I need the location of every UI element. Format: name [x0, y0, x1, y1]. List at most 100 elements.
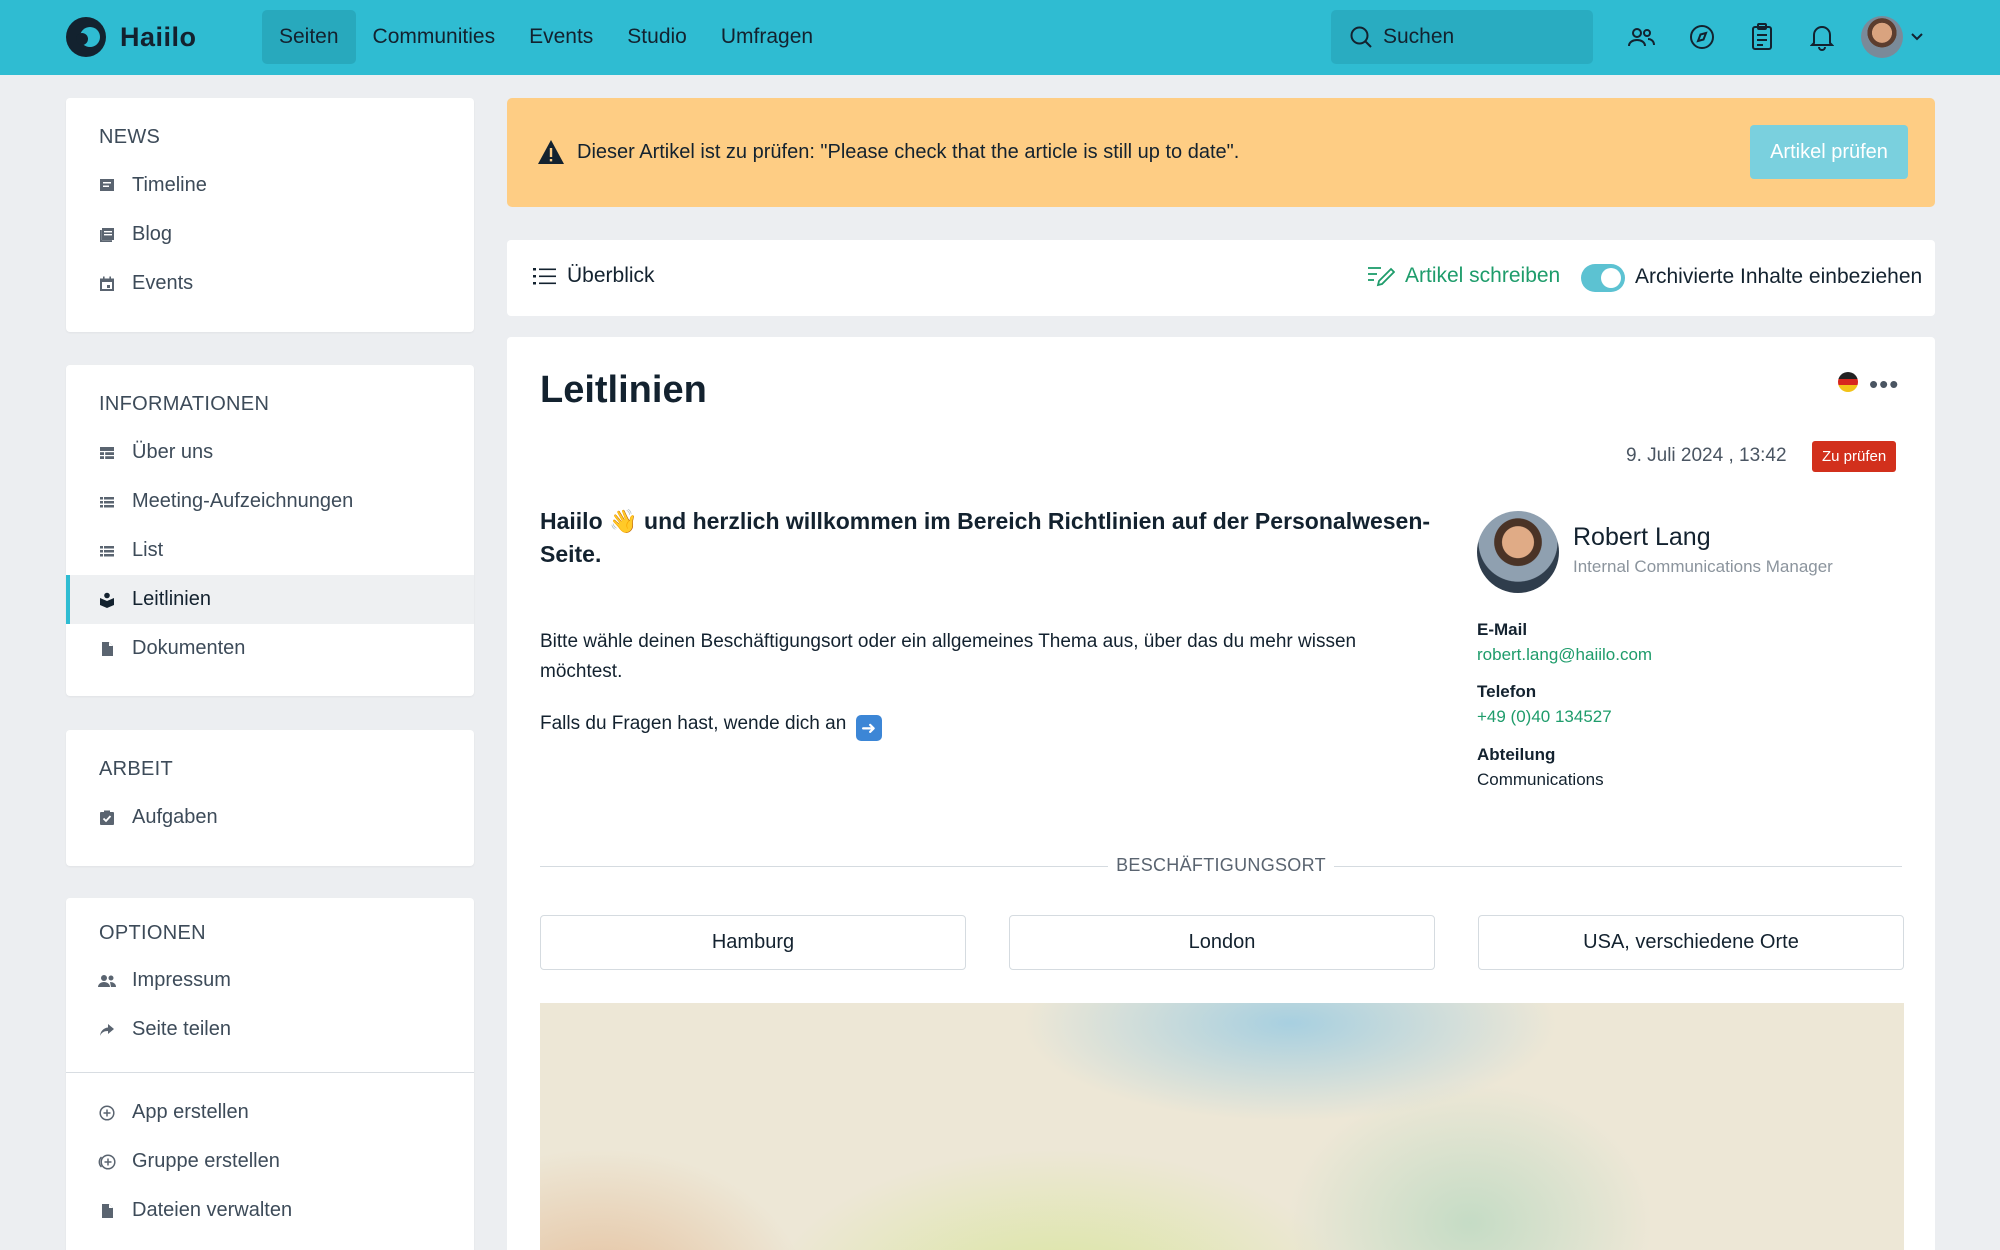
- sidebar-item-timeline[interactable]: Timeline: [66, 161, 474, 210]
- sidebar-item-app-erstellen[interactable]: App erstellen: [66, 1088, 474, 1137]
- archive-toggle[interactable]: [1581, 264, 1625, 292]
- list-icon: [98, 493, 116, 511]
- compass-icon[interactable]: [1686, 21, 1718, 53]
- hero-image: [540, 1003, 1904, 1250]
- blog-icon: [98, 226, 116, 244]
- sidebar-section-informationen: INFORMATIONEN Über uns Meeting-Aufzeichn…: [66, 365, 474, 696]
- people-icon: [98, 972, 116, 990]
- review-alert: Dieser Artikel ist zu prüfen: "Please ch…: [507, 98, 1935, 207]
- sidebar-item-dateien-verwalten[interactable]: Dateien verwalten: [66, 1186, 474, 1235]
- calendar-icon: [98, 275, 116, 293]
- department-label: Abteilung: [1477, 745, 1556, 764]
- warning-icon: [538, 140, 564, 164]
- haiilo-logo[interactable]: Haiilo: [66, 16, 197, 58]
- sidebar-item-impressum[interactable]: Impressum: [66, 956, 474, 1005]
- sidebar-item-blog[interactable]: Blog: [66, 210, 474, 259]
- sidebar-section-news: NEWS Timeline Blog Events: [66, 98, 474, 332]
- search-placeholder: Suchen: [1383, 25, 1455, 48]
- sidebar-heading: OPTIONEN: [99, 922, 206, 944]
- table-icon: [98, 444, 116, 462]
- sidebar-item-ueber-uns[interactable]: Über uns: [66, 428, 474, 477]
- contact-name[interactable]: Robert Lang: [1573, 523, 1711, 552]
- nav-item-events[interactable]: Events: [512, 10, 610, 64]
- arrow-right-icon: ➜: [855, 715, 882, 741]
- timeline-icon: [98, 177, 116, 195]
- sidebar-item-label: Impressum: [132, 969, 231, 991]
- user-avatar[interactable]: [1861, 16, 1903, 58]
- chevron-down-icon[interactable]: [1909, 28, 1925, 44]
- article-paragraph-contact: Falls du Fragen hast, wende dich an ➜: [540, 709, 1440, 741]
- nav-item-seiten[interactable]: Seiten: [262, 10, 356, 64]
- phone-label: Telefon: [1477, 682, 1537, 701]
- sidebar-section-optionen: OPTIONEN Impressum Seite teilen App erst…: [66, 898, 474, 1250]
- article-paragraph: Bitte wähle deinen Beschäftigungsort ode…: [540, 631, 1357, 682]
- people-icon[interactable]: [1625, 21, 1657, 53]
- more-options-icon[interactable]: •••: [1869, 369, 1899, 400]
- location-button-usa[interactable]: USA, verschiedene Orte: [1478, 915, 1904, 970]
- sidebar-heading: ARBEIT: [99, 758, 174, 780]
- edit-icon: [1368, 267, 1395, 287]
- article-date: 9. Juli 2024 , 13:42: [1626, 445, 1787, 466]
- sidebar-item-label: App erstellen: [132, 1101, 249, 1123]
- sidebar-item-gruppe-erstellen[interactable]: Gruppe erstellen: [66, 1137, 474, 1186]
- sidebar-item-label: Dateien verwalten: [132, 1199, 293, 1221]
- sidebar-item-meeting-aufzeichnungen[interactable]: Meeting-Aufzeichnungen: [66, 477, 474, 526]
- location-button-london[interactable]: London: [1009, 915, 1435, 970]
- article-title: Leitlinien: [540, 369, 707, 411]
- alert-message: Dieser Artikel ist zu prüfen: "Please ch…: [577, 141, 1240, 163]
- german-flag-icon[interactable]: [1838, 372, 1858, 392]
- article-card: Leitlinien ••• 9. Juli 2024 , 13:42 Zu p…: [507, 337, 1935, 1250]
- search-icon: [1350, 26, 1372, 48]
- overview-button[interactable]: Überblick: [533, 264, 655, 288]
- logo-mark-icon: [66, 17, 106, 57]
- bell-icon[interactable]: [1806, 21, 1838, 53]
- top-bar: Haiilo Seiten Communities Events Studio …: [0, 0, 2000, 75]
- overview-label: Überblick: [567, 264, 655, 287]
- search-input[interactable]: Suchen: [1331, 10, 1593, 64]
- sidebar-item-label: List: [132, 539, 164, 561]
- department-value: Communications: [1477, 770, 1604, 789]
- write-article-label: Artikel schreiben: [1405, 264, 1561, 287]
- phone-link[interactable]: +49 (0)40 134527: [1477, 707, 1612, 727]
- nav-item-umfragen[interactable]: Umfragen: [704, 10, 830, 64]
- clipboard-icon[interactable]: [1746, 21, 1778, 53]
- sidebar-item-seite-teilen[interactable]: Seite teilen: [66, 1005, 474, 1054]
- sidebar-item-label: Aufgaben: [132, 806, 218, 828]
- sidebar-item-label: Events: [132, 272, 194, 294]
- nav-item-studio[interactable]: Studio: [610, 10, 704, 64]
- sidebar-item-label: Timeline: [132, 174, 207, 196]
- contact-text: Falls du Fragen hast, wende dich an: [540, 713, 847, 734]
- article-toolbar: Überblick Artikel schreiben Archivierte …: [507, 240, 1935, 316]
- sidebar-item-list[interactable]: List: [66, 526, 474, 575]
- status-badge: Zu prüfen: [1812, 441, 1897, 472]
- task-icon: [98, 809, 116, 827]
- location-section-title: BESCHÄFTIGUNGSORT: [1116, 855, 1326, 875]
- review-article-button[interactable]: Artikel prüfen: [1750, 125, 1908, 179]
- sidebar-section-arbeit: ARBEIT Aufgaben: [66, 730, 474, 866]
- email-label: E-Mail: [1477, 620, 1528, 639]
- sidebar-item-label: Meeting-Aufzeichnungen: [132, 490, 354, 512]
- nav-item-communities[interactable]: Communities: [356, 10, 513, 64]
- list-icon: [533, 268, 556, 285]
- file-icon: [98, 1202, 116, 1220]
- sidebar-divider: [66, 1072, 474, 1073]
- contact-avatar[interactable]: [1477, 511, 1559, 593]
- contact-role: Internal Communications Manager: [1573, 557, 1833, 576]
- email-link[interactable]: robert.lang@haiilo.com: [1477, 645, 1652, 665]
- sidebar-item-label: Gruppe erstellen: [132, 1150, 280, 1172]
- sidebar-item-aufgaben[interactable]: Aufgaben: [66, 793, 474, 842]
- add-group-icon: [98, 1153, 116, 1171]
- sidebar-item-events[interactable]: Events: [66, 259, 474, 308]
- sidebar-item-dokumenten[interactable]: Dokumenten: [66, 624, 474, 673]
- sidebar-item-leitlinien[interactable]: Leitlinien: [66, 575, 474, 624]
- write-article-button[interactable]: Artikel schreiben: [1367, 264, 1560, 288]
- sidebar-item-label: Seite teilen: [132, 1018, 231, 1040]
- sidebar-item-label: Über uns: [132, 441, 214, 463]
- location-button-hamburg[interactable]: Hamburg: [540, 915, 966, 970]
- archive-toggle-label: Archivierte Inhalte einbeziehen: [1635, 265, 1923, 288]
- file-icon: [98, 640, 116, 658]
- list-icon: [98, 542, 116, 560]
- plus-circle-icon: [98, 1104, 116, 1122]
- sidebar-heading: NEWS: [99, 126, 161, 148]
- article-lead: Haiilo 👋 und herzlich willkommen im Bere…: [540, 508, 1431, 567]
